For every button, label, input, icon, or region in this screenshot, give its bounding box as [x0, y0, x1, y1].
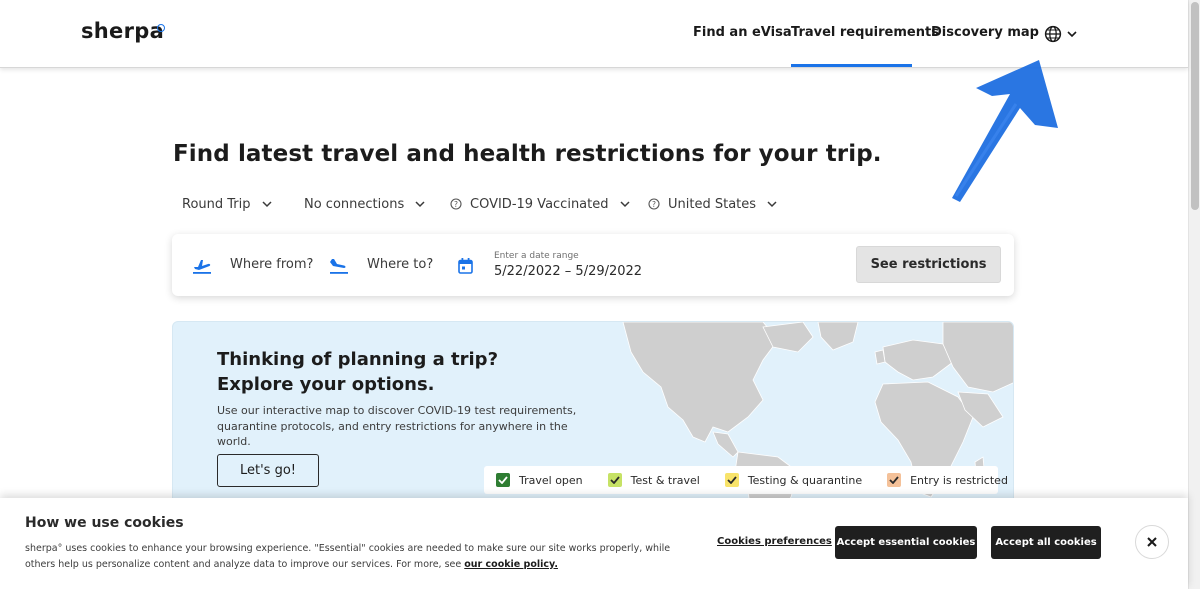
check-icon	[607, 473, 622, 487]
chevron-down-icon	[261, 200, 272, 207]
sherpa-logo[interactable]: sherpa	[81, 19, 164, 43]
help-circle-icon: ?	[450, 198, 462, 210]
help-circle-icon: ?	[648, 198, 660, 210]
date-range-input[interactable]: 5/22/2022 – 5/29/2022	[494, 264, 642, 279]
legend-travel-open: Travel open	[496, 473, 583, 487]
passport-dropdown[interactable]: ? United States	[648, 194, 777, 214]
language-selector[interactable]	[1043, 23, 1079, 45]
chevron-down-icon	[767, 200, 777, 207]
search-card: Where from? Where to? Enter a date range…	[172, 234, 1014, 296]
promo-title-line-1: Thinking of planning a trip?	[217, 349, 499, 370]
plane-landing-icon	[330, 259, 348, 274]
legend-label: Test & travel	[630, 473, 700, 487]
plane-takeoff-icon	[193, 260, 211, 274]
where-from-input[interactable]: Where from?	[230, 257, 313, 272]
connections-value: No connections	[304, 196, 405, 212]
cookie-description: sherpa° uses cookies to enhance your bro…	[25, 541, 685, 572]
logo-degree-mark	[157, 24, 165, 32]
see-restrictions-button[interactable]: See restrictions	[856, 246, 1001, 283]
cookie-policy-link[interactable]: our cookie policy.	[464, 559, 558, 570]
trip-type-dropdown[interactable]: Round Trip	[182, 194, 272, 214]
close-icon	[1147, 537, 1157, 547]
legend-entry-restricted: Entry is restricted	[887, 473, 1008, 487]
check-icon	[724, 473, 739, 487]
cookie-preferences-link[interactable]: Cookies preferences	[717, 536, 832, 547]
close-cookie-banner-button[interactable]	[1135, 525, 1169, 559]
svg-text:?: ?	[652, 200, 656, 209]
connections-dropdown[interactable]: No connections	[304, 194, 425, 214]
accept-all-cookies-button[interactable]: Accept all cookies	[991, 526, 1101, 559]
page-title: Find latest travel and health restrictio…	[173, 141, 882, 167]
check-icon	[887, 473, 902, 487]
legend-label: Testing & quarantine	[747, 473, 863, 487]
nav-find-evisa[interactable]: Find an eVisa	[693, 25, 792, 40]
chevron-down-icon	[1067, 31, 1077, 38]
vaccination-value: COVID-19 Vaccinated	[470, 196, 609, 212]
legend-test-travel: Test & travel	[607, 473, 700, 487]
map-legend: Travel open Test & travel Testing & quar…	[484, 466, 1008, 494]
nav-travel-requirements[interactable]: Travel requirements	[791, 25, 939, 40]
passport-value: United States	[668, 196, 757, 212]
where-to-input[interactable]: Where to?	[367, 257, 433, 272]
globe-icon	[1044, 25, 1062, 43]
vaccination-dropdown[interactable]: ? COVID-19 Vaccinated	[450, 194, 630, 214]
promo-title-line-2: Explore your options.	[217, 374, 435, 395]
legend-label: Travel open	[519, 473, 583, 487]
annotation-arrow-icon	[952, 60, 1058, 202]
accept-essential-cookies-button[interactable]: Accept essential cookies	[835, 526, 977, 559]
cookie-title: How we use cookies	[25, 515, 184, 531]
date-range-label: Enter a date range	[494, 251, 579, 261]
cookie-banner: How we use cookies sherpa° uses cookies …	[0, 498, 1188, 589]
promo-description: Use our interactive map to discover COVI…	[217, 404, 577, 448]
legend-label: Entry is restricted	[910, 473, 1008, 487]
lets-go-button[interactable]: Let's go!	[217, 454, 319, 487]
chevron-down-icon	[619, 200, 630, 207]
legend-testing-quarantine: Testing & quarantine	[724, 473, 863, 487]
nav-discovery-map[interactable]: Discovery map	[931, 25, 1039, 40]
page-scrollbar[interactable]	[1188, 0, 1200, 589]
calendar-icon	[458, 258, 473, 274]
trip-type-value: Round Trip	[182, 196, 251, 212]
chevron-down-icon	[415, 200, 425, 207]
scrollbar-thumb[interactable]	[1191, 2, 1199, 210]
check-icon	[496, 473, 510, 487]
svg-text:?: ?	[454, 200, 458, 209]
cookie-text: sherpa° uses cookies to enhance your bro…	[25, 543, 671, 570]
promo-title: Thinking of planning a trip? Explore you…	[217, 347, 498, 397]
discovery-map-promo: Thinking of planning a trip? Explore you…	[172, 321, 1014, 521]
nav-active-indicator	[791, 64, 912, 67]
